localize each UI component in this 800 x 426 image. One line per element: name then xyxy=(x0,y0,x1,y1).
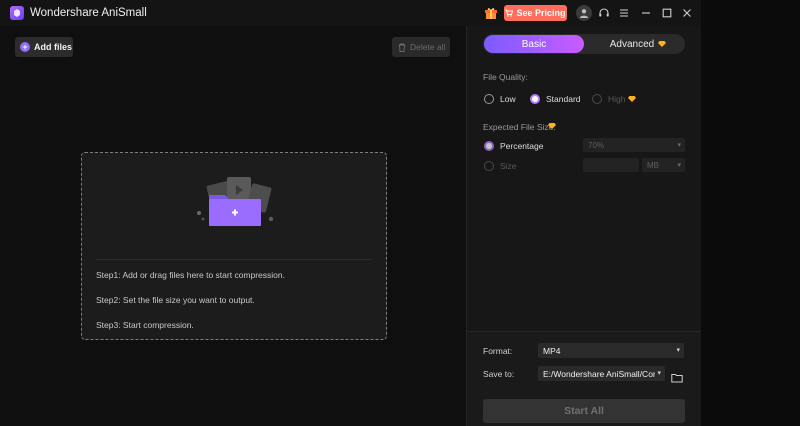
format-label: Format: xyxy=(483,346,513,356)
quality-high-label: High xyxy=(608,94,626,104)
quality-low-radio[interactable] xyxy=(484,94,494,104)
step-1-text: Step1: Add or drag files here to start c… xyxy=(96,270,285,280)
chevron-down-icon: ▾ xyxy=(657,370,661,377)
folder-icon[interactable] xyxy=(671,372,683,384)
title-bar: Wondershare AniSmall See Pricing xyxy=(0,0,701,26)
app-logo-icon xyxy=(10,6,24,20)
expected-size-label: Expected File Size: xyxy=(483,122,556,132)
save-path-value: E:/Wondershare AniSmall/Comp xyxy=(543,368,655,379)
mode-tabs: Basic Advanced xyxy=(483,34,685,54)
maximize-icon[interactable] xyxy=(659,5,675,21)
chevron-down-icon: ▾ xyxy=(676,347,680,354)
file-list-panel: + Add files Delete all Step1: Add or dra… xyxy=(0,26,467,426)
close-icon[interactable] xyxy=(679,5,695,21)
percentage-radio[interactable] xyxy=(484,141,494,151)
step-2-text: Step2: Set the file size you want to out… xyxy=(96,295,255,305)
add-folder-icon xyxy=(197,177,274,226)
format-value: MP4 xyxy=(543,345,561,356)
start-all-button[interactable]: Start All xyxy=(483,399,685,423)
percentage-label: Percentage xyxy=(500,141,544,151)
premium-gem-icon xyxy=(658,41,667,47)
percentage-select[interactable]: 70% ▾ xyxy=(583,138,685,152)
menu-icon[interactable] xyxy=(616,5,632,21)
plus-circle-icon: + xyxy=(20,42,30,52)
app-window: Wondershare AniSmall See Pricing + Add f… xyxy=(0,0,701,426)
minimize-icon[interactable] xyxy=(638,5,654,21)
app-title: Wondershare AniSmall xyxy=(30,7,147,19)
drop-zone[interactable]: Step1: Add or drag files here to start c… xyxy=(81,152,387,340)
quality-low-label: Low xyxy=(500,94,516,104)
output-settings: Format: MP4 ▾ Save to: E:/Wondershare An… xyxy=(467,331,701,426)
gift-icon[interactable] xyxy=(484,6,498,20)
size-label: Size xyxy=(500,161,517,171)
add-files-label: Add files xyxy=(34,42,73,52)
size-unit-select[interactable]: MB ▾ xyxy=(642,158,685,172)
tab-advanced[interactable]: Advanced xyxy=(593,35,683,53)
size-unit-value: MB xyxy=(647,160,659,170)
cart-icon xyxy=(505,9,514,17)
trash-icon xyxy=(398,43,406,52)
save-to-label: Save to: xyxy=(483,369,515,379)
chevron-down-icon: ▾ xyxy=(677,162,681,169)
tab-basic[interactable]: Basic xyxy=(484,35,584,53)
file-quality-label: File Quality: xyxy=(483,72,528,82)
delete-all-label: Delete all xyxy=(410,42,446,52)
size-input[interactable] xyxy=(583,158,639,172)
premium-gem-icon xyxy=(548,123,556,129)
quality-standard-label: Standard xyxy=(546,94,581,104)
delete-all-button[interactable]: Delete all xyxy=(392,37,450,57)
headset-support-icon[interactable] xyxy=(596,5,612,21)
add-files-button[interactable]: + Add files xyxy=(15,37,73,57)
percentage-value: 70% xyxy=(588,140,605,150)
see-pricing-button[interactable]: See Pricing xyxy=(504,5,567,21)
settings-panel: Basic Advanced File Quality: Low Standar… xyxy=(467,26,701,426)
format-select[interactable]: MP4 ▾ xyxy=(538,343,684,358)
account-avatar-icon[interactable] xyxy=(576,5,592,21)
quality-high-radio[interactable] xyxy=(592,94,602,104)
size-radio[interactable] xyxy=(484,161,494,171)
quality-standard-radio[interactable] xyxy=(530,94,540,104)
tab-advanced-label: Advanced xyxy=(609,38,655,50)
premium-gem-icon xyxy=(628,96,636,102)
drop-zone-divider xyxy=(96,259,372,260)
step-3-text: Step3: Start compression. xyxy=(96,320,194,330)
save-path-select[interactable]: E:/Wondershare AniSmall/Comp ▾ xyxy=(538,366,665,381)
desktop-backdrop xyxy=(701,0,800,426)
chevron-down-icon: ▾ xyxy=(677,142,681,149)
see-pricing-label: See Pricing xyxy=(516,8,566,18)
